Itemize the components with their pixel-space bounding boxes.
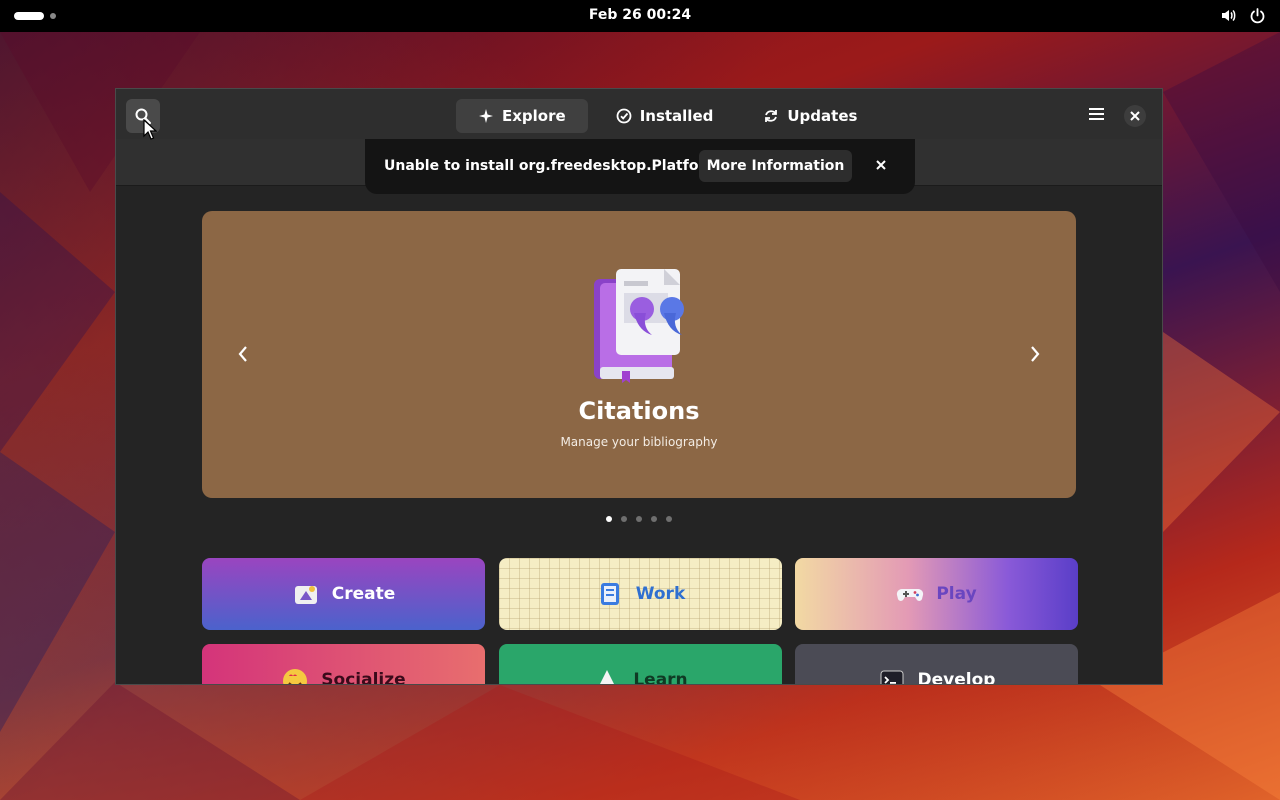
- carousel-dot[interactable]: [636, 516, 642, 522]
- category-work-label: Work: [635, 584, 686, 604]
- terminal-icon: [880, 670, 904, 684]
- tab-installed[interactable]: Installed: [594, 99, 736, 133]
- category-socialize[interactable]: Socialize: [202, 644, 485, 685]
- category-create[interactable]: Create: [202, 558, 485, 630]
- refresh-icon: [765, 110, 778, 122]
- power-icon[interactable]: [1249, 7, 1266, 24]
- tab-explore-label: Explore: [502, 107, 566, 125]
- chevron-left-icon: [238, 346, 247, 362]
- work-icon: [600, 583, 619, 605]
- category-work[interactable]: Work: [499, 558, 782, 630]
- carousel-page-indicator: [606, 516, 672, 522]
- category-play-label: Play: [936, 584, 977, 604]
- create-icon: [294, 586, 317, 604]
- hamburger-menu-icon: [1089, 108, 1104, 120]
- software-window: Explore Installed Updates Unable to inst…: [115, 88, 1163, 685]
- category-learn[interactable]: Learn: [499, 644, 782, 685]
- category-learn-label: Learn: [633, 670, 688, 685]
- toast-message: Unable to install org.freedesktop.Platfo…: [384, 158, 720, 174]
- carousel-next-button[interactable]: [1026, 343, 1044, 365]
- window-close-button[interactable]: [1124, 105, 1146, 127]
- category-develop[interactable]: Develop: [795, 644, 1078, 685]
- volume-icon[interactable]: [1220, 7, 1237, 24]
- category-socialize-label: Socialize: [321, 670, 406, 685]
- featured-app-title: Citations: [578, 397, 700, 425]
- carousel-dot[interactable]: [666, 516, 672, 522]
- citations-app-icon: [594, 269, 684, 383]
- category-play[interactable]: Play: [795, 558, 1078, 630]
- category-develop-label: Develop: [917, 670, 996, 685]
- close-icon: [876, 160, 886, 170]
- carousel-dot[interactable]: [621, 516, 627, 522]
- featured-carousel[interactable]: Citations Manage your bibliography: [202, 211, 1076, 498]
- sparkle-icon: [479, 109, 493, 123]
- more-information-button[interactable]: More Information: [699, 150, 852, 182]
- mouse-pointer-icon: [143, 119, 157, 140]
- carousel-previous-button[interactable]: [234, 343, 252, 365]
- tab-updates-label: Updates: [787, 107, 858, 125]
- system-tray[interactable]: [1220, 7, 1266, 24]
- category-create-label: Create: [331, 584, 396, 604]
- check-circle-icon: [616, 108, 632, 124]
- clock[interactable]: Feb 26 00:24: [0, 7, 1280, 23]
- toast-close-button[interactable]: [873, 157, 889, 173]
- carousel-dot[interactable]: [651, 516, 657, 522]
- error-toast: Unable to install org.freedesktop.Platfo…: [365, 139, 915, 194]
- main-menu-button[interactable]: [1086, 103, 1108, 125]
- header-bar: Explore Installed Updates: [116, 89, 1162, 140]
- tab-explore[interactable]: Explore: [456, 99, 588, 133]
- chevron-right-icon: [1031, 346, 1040, 362]
- tab-updates[interactable]: Updates: [741, 99, 879, 133]
- carousel-dot[interactable]: [606, 516, 612, 522]
- learn-icon: [600, 670, 615, 684]
- featured-app-subtitle: Manage your bibliography: [560, 435, 718, 449]
- close-icon: [1130, 111, 1140, 121]
- top-bar: Feb 26 00:24: [0, 0, 1280, 32]
- smiley-icon: [283, 669, 308, 684]
- gamepad-icon: [897, 588, 924, 601]
- view-switcher: Explore Installed Updates: [456, 99, 879, 133]
- tab-installed-label: Installed: [639, 107, 714, 125]
